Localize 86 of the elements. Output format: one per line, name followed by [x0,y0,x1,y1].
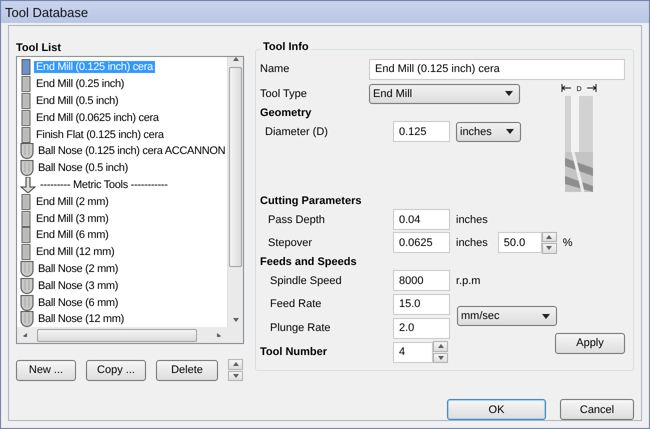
ball-nose-icon [20,260,34,277]
list-item[interactable]: Ball Nose (0.5 inch) [36,162,130,174]
end-mill-icon [20,126,32,143]
left-arrow-icon [23,333,29,337]
field-label: Tool Number [260,346,328,358]
list-item[interactable]: End Mill (6 mm) [34,229,111,242]
down-arrow-icon [232,318,238,322]
field-label: Spindle Speed [269,274,343,286]
end-mill-icon [20,194,32,210]
apply-button[interactable]: Apply [555,332,625,354]
field-label: Diameter (D) [264,126,329,138]
field-label: Feed Rate [269,298,322,310]
up-arrow-icon [438,344,444,348]
list-item[interactable]: Ball Nose (3 mm) [36,280,120,292]
window-title: Tool Database [5,4,88,20]
list-button[interactable]: Copy ... [86,360,146,380]
section-title: Tool Info [261,41,311,53]
rate-units-dropdown[interactable]: mm/sec [457,306,557,326]
dialog-button[interactable]: Cancel [560,399,634,420]
end-mill-icon [20,76,32,92]
section-title: Tool List [16,42,62,54]
list-item[interactable]: End Mill (3 mm) [34,212,111,225]
list-item[interactable]: End Mill (2 mm) [34,196,111,208]
list-item[interactable]: Finish Flat (0.125 inch) cera [34,128,166,141]
ball-nose-icon [20,143,34,160]
list-item[interactable]: End Mill (0.0625 inch) cera [34,112,161,124]
list-button[interactable]: Delete [156,360,218,380]
up-arrow-icon [546,234,552,239]
stepover-field[interactable]: 0.0625 [393,232,450,253]
spin-button[interactable] [433,341,448,363]
pass-depth-field[interactable]: 0.04 [393,209,450,230]
section-title: Feeds and Speeds [260,256,357,268]
up-arrow-icon [232,362,238,366]
caret-icon [505,91,513,96]
section-title: Geometry [260,106,312,118]
diameter-field[interactable]: 0.125 [393,121,450,142]
plunge-rate-field[interactable]: 2.0 [393,318,450,338]
stepover-percent-field[interactable]: 50.0 [498,232,542,253]
ball-nose-icon [20,294,34,311]
list-item[interactable]: End Mill (12 mm) [34,246,116,258]
tool-number-field[interactable]: 4 [393,342,433,362]
down-arrow-icon [232,374,238,378]
end-mill-icon [20,110,32,126]
ball-nose-icon [20,278,34,294]
field-label: Tool Type [260,88,308,100]
end-mill-icon [20,210,32,227]
list-item[interactable]: End Mill (0.5 inch) [34,94,120,107]
down-arrow-icon [438,356,444,360]
section-title: Cutting Parameters [260,195,362,207]
list-item[interactable]: Ball Nose (12 mm) [36,313,126,326]
list-item[interactable]: Ball Nose (0.125 inch) cera ACCANNON [36,145,227,158]
units-label: inches [456,236,488,248]
units-label: r.p.m [456,274,480,286]
field-label: Name [260,63,290,75]
name-field[interactable]: End Mill (0.125 inch) cera [369,58,625,80]
spin-button[interactable] [542,232,557,254]
ball-nose-icon [20,311,34,327]
list-item[interactable]: Ball Nose (6 mm) [36,296,120,309]
field-label: Plunge Rate [269,322,332,334]
up-arrow-icon [232,57,238,61]
field-label: Stepover [267,236,314,248]
down-arrow-icon [546,246,552,250]
spin-button[interactable] [228,359,243,381]
end-mill-icon [20,59,32,76]
list-button[interactable]: New ... [16,360,76,380]
ball-nose-icon [20,160,34,176]
units-dropdown[interactable]: inches [456,122,521,142]
caret-icon [506,129,514,134]
end-mill-icon [20,227,32,244]
dialog-button[interactable]: OK [447,399,546,420]
right-arrow-icon [217,333,223,337]
percent-label: % [562,236,573,248]
down-arrow-icon [20,176,36,193]
end-mill-icon [20,244,32,260]
feed-rate-field[interactable]: 15.0 [393,294,450,314]
list-item[interactable]: Ball Nose (2 mm) [36,262,120,275]
tool-type-dropdown[interactable]: End Mill [369,84,520,104]
end-mill-icon [20,92,32,109]
spindle-speed-field[interactable]: 8000 [393,270,450,291]
horizontal-scrollbar[interactable] [17,327,243,343]
list-item[interactable]: --------- Metric Tools ----------- [38,178,170,191]
units-label: inches [456,214,488,226]
field-label: Pass Depth [267,214,326,226]
list-item[interactable]: End Mill (0.25 inch) [34,78,126,90]
caret-icon [542,314,550,318]
vertical-scrollbar[interactable] [227,57,243,327]
